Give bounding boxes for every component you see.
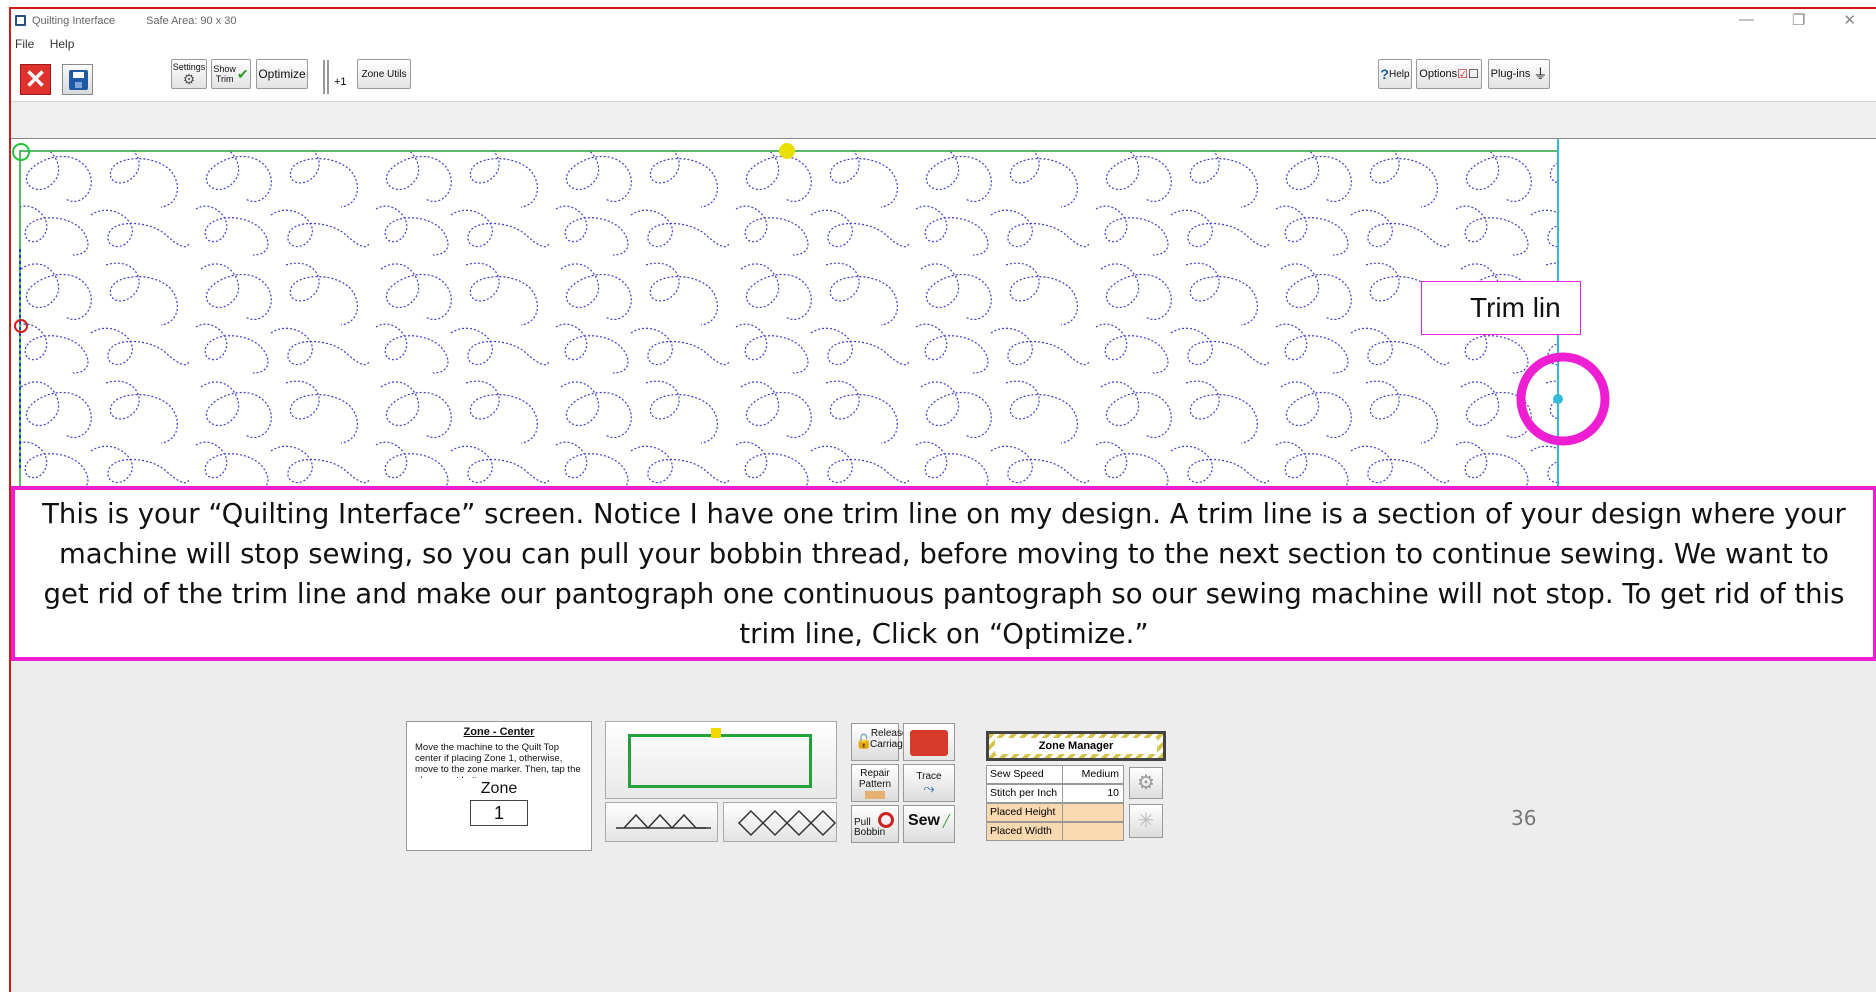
checkbox-icon: ☑ bbox=[1457, 67, 1468, 81]
settings-button[interactable]: Settings ⚙ bbox=[171, 59, 207, 89]
safe-area-label: Safe Area: 90 x 30 bbox=[146, 15, 237, 27]
optimize-button[interactable]: Optimize bbox=[256, 59, 308, 89]
zone-settings-button[interactable]: ⚙ bbox=[1129, 767, 1163, 799]
gear-icon: ⚙ bbox=[1137, 772, 1155, 794]
restore-icon[interactable]: ❐ bbox=[1792, 11, 1805, 29]
window-title: Quilting Interface bbox=[32, 15, 116, 27]
top-center-marker[interactable] bbox=[779, 143, 795, 159]
sew-label: Sew bbox=[907, 812, 940, 829]
instruction-text: This is your “Quilting Interface” screen… bbox=[42, 497, 1846, 650]
placed-height-row[interactable]: Placed Height bbox=[986, 803, 1124, 822]
optimize-label: Optimize bbox=[258, 67, 306, 81]
placed-width-row[interactable]: Placed Width bbox=[986, 822, 1124, 841]
toolbox-button[interactable] bbox=[903, 723, 955, 761]
pattern-layout-button-2[interactable] bbox=[723, 802, 837, 842]
zone-number-field[interactable]: 1 bbox=[470, 800, 528, 826]
placed-width-label: Placed Width bbox=[987, 823, 1063, 840]
zone-preview-rect bbox=[628, 734, 812, 788]
zone-manager-title: Zone Manager bbox=[995, 738, 1157, 754]
zone-panel-description: Move the machine to the Quilt Top center… bbox=[415, 742, 581, 778]
zone-utils-button[interactable]: Zone Utils bbox=[357, 59, 411, 89]
zone-center-panel: Zone - Center Move the machine to the Qu… bbox=[406, 721, 592, 851]
pull-bobbin-label-2: Bobbin bbox=[854, 827, 886, 838]
pull-bobbin-button[interactable]: Pull Bobbin bbox=[851, 805, 899, 843]
pattern-layout-button-1[interactable] bbox=[605, 802, 718, 842]
stitch-per-inch-row[interactable]: Stitch per Inch 10 bbox=[986, 784, 1124, 803]
trim-line-callout-text: Trim lin bbox=[1470, 292, 1561, 323]
sew-speed-row[interactable]: Sew Speed Medium bbox=[986, 765, 1124, 784]
placed-height-label: Placed Height bbox=[987, 804, 1063, 821]
sew-button[interactable]: Sew ╱ bbox=[903, 805, 955, 843]
minimize-icon[interactable]: — bbox=[1739, 11, 1754, 29]
plug-icon: ⏚ bbox=[1533, 66, 1548, 82]
help-button[interactable]: ? Help bbox=[1378, 59, 1412, 89]
stitch-per-inch-value[interactable]: 10 bbox=[1063, 785, 1123, 802]
trim-line-callout: Trim lin bbox=[1421, 281, 1581, 335]
zone-preview[interactable] bbox=[605, 721, 837, 799]
zone-panel-title: Zone - Center bbox=[463, 726, 535, 738]
zone-manager-header: Zone Manager bbox=[986, 731, 1166, 761]
trace-button[interactable]: Trace ⤳ bbox=[903, 764, 955, 802]
gear-icon: ⚙ bbox=[182, 71, 196, 87]
instruction-callout: This is your “Quilting Interface” screen… bbox=[11, 486, 1876, 661]
zone-slider-icon[interactable] bbox=[323, 60, 329, 94]
diamond-chain-icon bbox=[737, 809, 837, 837]
checkmark-icon: ✔ bbox=[236, 65, 249, 82]
options-button[interactable]: Options ☑ ☐ bbox=[1416, 59, 1482, 89]
trim-point-marker[interactable] bbox=[1553, 394, 1563, 404]
show-trim-label-2: Trim bbox=[215, 74, 234, 84]
close-x-icon[interactable]: ✕ bbox=[20, 64, 51, 95]
close-window-icon[interactable]: ✕ bbox=[1843, 11, 1856, 29]
show-trim-label-1: Show bbox=[213, 64, 236, 74]
sew-speed-value[interactable]: Medium bbox=[1063, 766, 1123, 783]
options-label: Options bbox=[1419, 68, 1458, 80]
plus-one-label[interactable]: +1 bbox=[334, 76, 347, 88]
stitch-pattern bbox=[20, 151, 1558, 487]
sew-speed-label: Sew Speed bbox=[987, 766, 1063, 783]
plugins-label: Plug-ins bbox=[1490, 68, 1531, 80]
empty-checkbox-icon: ☐ bbox=[1467, 67, 1479, 81]
slide-page-number: 36 bbox=[1511, 806, 1537, 830]
menu-help[interactable]: Help bbox=[50, 37, 75, 51]
zone-place-button[interactable]: ✳ bbox=[1129, 804, 1163, 838]
control-panel: Zone - Center Move the machine to the Qu… bbox=[11, 661, 1876, 992]
plugins-button[interactable]: Plug-ins ⏚ bbox=[1488, 59, 1550, 89]
stitch-per-inch-label: Stitch per Inch bbox=[987, 785, 1063, 802]
menu-file[interactable]: File bbox=[15, 37, 34, 51]
zone-preview-marker bbox=[711, 728, 721, 738]
bobbin-icon bbox=[878, 812, 894, 828]
show-trim-button[interactable]: Show Trim ✔ bbox=[211, 59, 251, 89]
zone-utils-label: Zone Utils bbox=[361, 68, 407, 80]
placed-width-value[interactable] bbox=[1063, 823, 1123, 840]
repair-pattern-label-2: Pattern bbox=[858, 779, 892, 790]
toolbox-icon bbox=[910, 730, 948, 756]
diamond-row-icon bbox=[616, 813, 711, 830]
quilt-canvas[interactable]: Trim lin bbox=[11, 138, 1876, 499]
pantograph-design bbox=[12, 139, 1610, 499]
trace-arrow-icon: ⤳ bbox=[923, 780, 935, 796]
repair-pattern-button[interactable]: Repair Pattern bbox=[851, 764, 899, 802]
release-carriage-button[interactable]: 🔓 Release Carriage bbox=[851, 723, 908, 761]
zone-label: Zone bbox=[480, 780, 518, 797]
repair-icon bbox=[865, 791, 885, 799]
save-icon[interactable] bbox=[62, 64, 93, 95]
toolbar: ✕ Settings ⚙ Show Trim ✔ Optimize +1 Zon… bbox=[11, 54, 1876, 102]
crosshair-icon: ✳ bbox=[1137, 810, 1155, 832]
help-label: Help bbox=[1388, 68, 1410, 80]
placed-height-value[interactable] bbox=[1063, 804, 1123, 821]
app-icon bbox=[15, 15, 26, 26]
menu-bar: File Help bbox=[11, 34, 1876, 54]
question-icon: ? bbox=[1380, 66, 1389, 82]
title-bar: Quilting Interface Safe Area: 90 x 30 — … bbox=[11, 9, 1876, 34]
quilting-app-window: Quilting Interface Safe Area: 90 x 30 — … bbox=[9, 7, 1876, 992]
repair-pattern-label-1: Repair bbox=[860, 768, 890, 779]
needle-icon: ╱ bbox=[942, 814, 951, 828]
